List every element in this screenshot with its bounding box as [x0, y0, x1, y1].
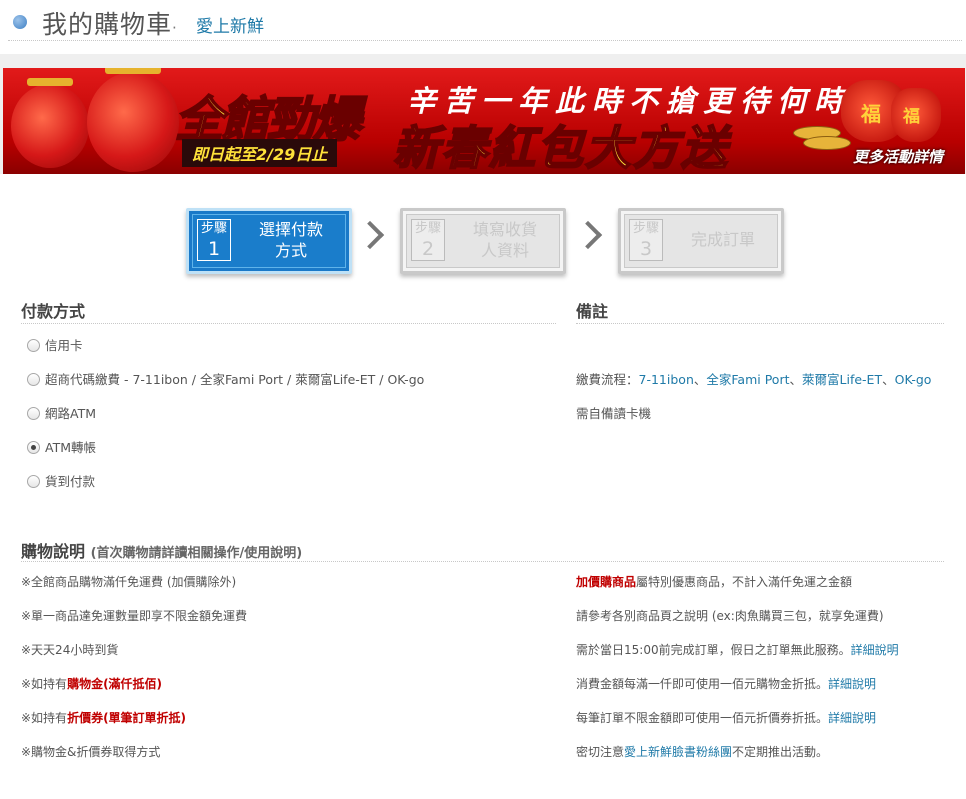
- instruction-coupon: ※如持有折價券(單筆訂單折抵): [21, 711, 187, 725]
- page-header: 我的購物車‧ 愛上新鮮: [0, 0, 966, 52]
- radio-button[interactable]: [27, 339, 40, 352]
- web-atm-note: 需自備讀卡機: [576, 406, 652, 421]
- chevron-right-icon: [355, 220, 385, 250]
- payment-heading: 付款方式: [21, 302, 86, 321]
- flow-link-hilife[interactable]: 萊爾富Life-ET: [802, 372, 882, 387]
- facebook-fanpage-link[interactable]: 愛上新鮮臉書粉絲團: [624, 745, 732, 759]
- note-addon-purchase: 加價購商品屬特別優惠商品，不計入滿仟免運之金額: [576, 575, 853, 589]
- step-badge: 步驟 2: [411, 219, 445, 261]
- payment-option-web-atm[interactable]: 網路ATM: [27, 403, 96, 422]
- radio-button[interactable]: [27, 475, 40, 488]
- coin-icon: [803, 136, 851, 150]
- payment-flow-note: 繳費流程：7-11ibon、全家Fami Port、萊爾富Life-ET、OK-…: [576, 372, 932, 387]
- instruction-free-shipping: ※全館商品購物滿仟免運費 (加價購除外): [21, 575, 237, 589]
- step-2-shipping-info: 步驟 2 填寫收貨人資料: [400, 208, 566, 274]
- lantern-icon: [87, 68, 179, 172]
- banner-subheadline: 新春紅包大方送: [392, 120, 729, 174]
- step-label: 方式: [274, 241, 307, 260]
- banner-date: 即日起至2/29日止: [182, 139, 338, 167]
- note-order-deadline: 需於當日15:00前完成訂單，假日之訂單無此服務。詳細說明: [576, 643, 899, 657]
- step-1-payment-method: 步驟 1 選擇付款方式: [186, 208, 352, 274]
- payment-option-convenience-store[interactable]: 超商代碼繳費 - 7-11ibon / 全家Fami Port / 萊爾富Lif…: [27, 369, 424, 388]
- header-divider: [8, 40, 962, 41]
- lantern-icon: [11, 78, 89, 168]
- payment-option-atm-transfer[interactable]: ATM轉帳: [27, 437, 96, 456]
- radio-button[interactable]: [27, 407, 40, 420]
- note-product-page: 請參考各別商品頁之說明 (ex:肉魚購買三包，就享免運費): [576, 609, 884, 623]
- payment-option-cash-on-delivery[interactable]: 貨到付款: [27, 471, 95, 490]
- radio-button[interactable]: [27, 373, 40, 386]
- flow-link-family[interactable]: 全家Fami Port: [706, 372, 789, 387]
- details-link[interactable]: 詳細說明: [851, 643, 899, 657]
- brand-link[interactable]: 愛上新鮮: [196, 12, 264, 37]
- step-label: 完成訂單: [690, 230, 755, 249]
- step-3-complete-order: 步驟 3 完成訂單: [618, 208, 784, 274]
- flow-link-okgo[interactable]: OK-go: [895, 372, 932, 387]
- divider: [576, 323, 944, 324]
- bullet-icon: [13, 15, 27, 29]
- payment-option-credit-card[interactable]: 信用卡: [27, 335, 83, 354]
- instructions-heading: 購物說明 (首次購物請詳讀相關操作/使用說明): [21, 542, 303, 561]
- step-badge: 步驟 1: [197, 219, 231, 261]
- flow-link-711[interactable]: 7-11ibon: [639, 372, 694, 387]
- step-label: 選擇付款: [258, 220, 323, 239]
- step-badge: 步驟 3: [629, 219, 663, 261]
- step-label: 填寫收貨: [472, 220, 537, 239]
- note-shopping-credit: 消費金額每滿一仟即可使用一佰元購物金折抵。詳細說明: [576, 677, 877, 691]
- page-title: 我的購物車‧: [42, 10, 178, 39]
- instruction-how-to-get: ※購物金&折價券取得方式: [21, 745, 161, 759]
- red-envelope-bag-icon: 福: [891, 88, 941, 142]
- notes-heading: 備註: [576, 302, 609, 321]
- details-link[interactable]: 詳細說明: [828, 711, 876, 725]
- step-label: 人資料: [480, 241, 529, 260]
- instruction-24h: ※天天24小時到貨: [21, 643, 119, 657]
- instruction-single-item: ※單一商品達免運數量即享不限金額免運費: [21, 609, 248, 623]
- divider: [21, 323, 556, 324]
- details-link[interactable]: 詳細說明: [828, 677, 876, 691]
- chevron-right-icon: [573, 220, 603, 250]
- radio-button-selected[interactable]: [27, 441, 40, 454]
- promo-banner[interactable]: 全館勁爆 即日起至2/29日止 辛苦一年此時不搶更待何時 新春紅包大方送 福 福…: [3, 68, 965, 174]
- more-events-link[interactable]: 更多活動詳情: [853, 146, 943, 167]
- note-facebook: 密切注意愛上新鮮臉書粉絲團不定期推出活動。: [576, 745, 829, 759]
- instruction-shopping-credit: ※如持有購物金(滿仟抵佰): [21, 677, 163, 691]
- divider: [21, 561, 944, 562]
- note-coupon: 每筆訂單不限金額即可使用一佰元折價券折抵。詳細說明: [576, 711, 877, 725]
